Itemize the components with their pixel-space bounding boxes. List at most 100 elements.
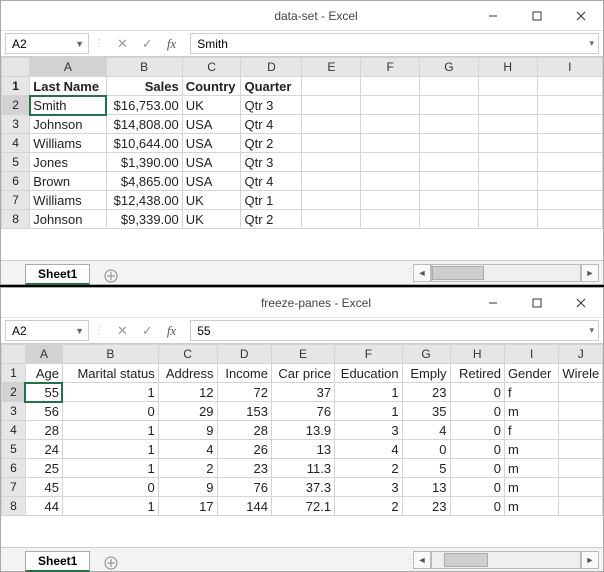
cell[interactable]: 4 (402, 421, 450, 440)
cell[interactable] (537, 172, 602, 191)
cell[interactable]: Education (335, 364, 403, 383)
cell[interactable]: Retired (450, 364, 504, 383)
cell[interactable] (420, 96, 479, 115)
cell[interactable]: Sales (106, 77, 182, 96)
scroll-left-button[interactable]: ◄ (413, 551, 431, 569)
column-header[interactable]: B (62, 345, 158, 364)
cell[interactable] (420, 115, 479, 134)
cell[interactable]: Emply (402, 364, 450, 383)
cell[interactable]: 1 (62, 459, 158, 478)
cell[interactable]: 56 (25, 402, 62, 421)
cell[interactable]: 76 (217, 478, 271, 497)
cell[interactable] (420, 172, 479, 191)
cell[interactable]: 1 (62, 383, 158, 402)
cell[interactable] (559, 402, 603, 421)
cell[interactable] (420, 134, 479, 153)
cell[interactable]: 13 (271, 440, 334, 459)
cell[interactable]: m (504, 478, 558, 497)
cell[interactable]: 144 (217, 497, 271, 516)
maximize-button[interactable] (515, 1, 559, 31)
cell[interactable] (302, 210, 361, 229)
cell[interactable]: $10,644.00 (106, 134, 182, 153)
row-header[interactable]: 5 (2, 153, 30, 172)
cell[interactable]: Age (25, 364, 62, 383)
cell[interactable] (361, 172, 420, 191)
cell[interactable]: Jones (30, 153, 106, 172)
column-header[interactable]: D (241, 58, 302, 77)
cell[interactable]: 12 (158, 383, 217, 402)
cell[interactable]: $1,390.00 (106, 153, 182, 172)
row-header[interactable]: 7 (2, 478, 26, 497)
cell[interactable]: 23 (402, 383, 450, 402)
cell[interactable]: m (504, 459, 558, 478)
select-all-corner[interactable] (2, 345, 26, 364)
cell[interactable]: 1 (335, 383, 403, 402)
scroll-thumb[interactable] (444, 553, 488, 567)
cell[interactable]: 28 (25, 421, 62, 440)
row-header[interactable]: 4 (2, 134, 30, 153)
row-header[interactable]: 6 (2, 459, 26, 478)
add-sheet-button[interactable] (98, 555, 124, 571)
cell[interactable]: Qtr 1 (241, 191, 302, 210)
cell[interactable]: 23 (402, 497, 450, 516)
cell[interactable]: $16,753.00 (106, 96, 182, 115)
cell[interactable]: Qtr 2 (241, 134, 302, 153)
cell[interactable]: 0 (450, 478, 504, 497)
cell[interactable]: Qtr 3 (241, 96, 302, 115)
cell[interactable]: Quarter (241, 77, 302, 96)
cell[interactable] (537, 191, 602, 210)
horizontal-scrollbar[interactable]: ◄► (413, 261, 603, 284)
cell[interactable] (478, 172, 537, 191)
cell[interactable] (361, 191, 420, 210)
spreadsheet-grid[interactable]: ABCDEFGHIJ1AgeMarital statusAddressIncom… (1, 344, 603, 516)
cell[interactable]: 0 (402, 440, 450, 459)
cell[interactable] (302, 134, 361, 153)
cell[interactable]: USA (182, 172, 241, 191)
cell[interactable]: Smith (30, 96, 106, 115)
scroll-thumb[interactable] (432, 266, 484, 280)
cell[interactable] (559, 421, 603, 440)
cell[interactable]: Qtr 2 (241, 210, 302, 229)
cell[interactable]: UK (182, 191, 241, 210)
cell[interactable]: 44 (25, 497, 62, 516)
cell[interactable] (361, 96, 420, 115)
cell[interactable]: 1 (335, 402, 403, 421)
cell[interactable]: Qtr 3 (241, 153, 302, 172)
cell[interactable]: 3 (335, 478, 403, 497)
row-header[interactable]: 1 (2, 77, 30, 96)
cell[interactable] (559, 459, 603, 478)
cell[interactable]: 55 (25, 383, 62, 402)
cell[interactable]: UK (182, 210, 241, 229)
cell[interactable]: Qtr 4 (241, 115, 302, 134)
cell[interactable]: Car price (271, 364, 334, 383)
cell[interactable]: 72.1 (271, 497, 334, 516)
chevron-down-icon[interactable]: ▾ (589, 38, 594, 49)
spreadsheet-grid[interactable]: ABCDEFGHI1Last NameSalesCountryQuarter2S… (1, 57, 603, 229)
cell[interactable]: $12,438.00 (106, 191, 182, 210)
cell[interactable]: 1 (62, 440, 158, 459)
cell[interactable] (361, 153, 420, 172)
cell[interactable]: 9 (158, 478, 217, 497)
cell[interactable]: 23 (217, 459, 271, 478)
cell[interactable]: m (504, 440, 558, 459)
cell[interactable]: Johnson (30, 115, 106, 134)
add-sheet-button[interactable] (98, 268, 124, 284)
cell[interactable]: 26 (217, 440, 271, 459)
cell[interactable] (302, 115, 361, 134)
titlebar[interactable]: freeze-panes - Excel (1, 288, 603, 318)
row-header[interactable]: 2 (2, 96, 30, 115)
row-header[interactable]: 2 (2, 383, 26, 402)
name-box[interactable]: A2▼ (5, 320, 89, 341)
cell[interactable]: $4,865.00 (106, 172, 182, 191)
cell[interactable]: Address (158, 364, 217, 383)
cell[interactable]: 45 (25, 478, 62, 497)
column-header[interactable]: I (504, 345, 558, 364)
cell[interactable]: USA (182, 134, 241, 153)
cell[interactable]: 17 (158, 497, 217, 516)
cell[interactable]: 0 (450, 402, 504, 421)
cell[interactable]: 76 (271, 402, 334, 421)
cell[interactable]: Brown (30, 172, 106, 191)
cell[interactable]: f (504, 383, 558, 402)
cell[interactable]: 153 (217, 402, 271, 421)
select-all-corner[interactable] (2, 58, 30, 77)
